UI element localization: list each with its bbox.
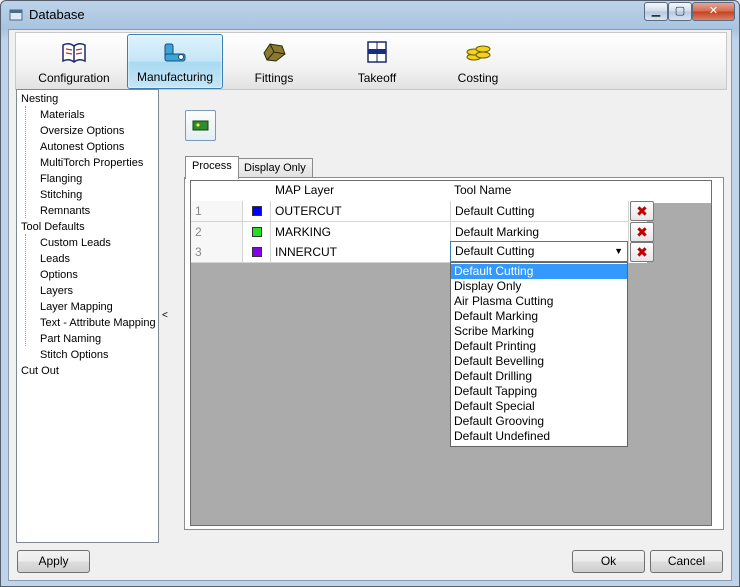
tool-name-dropdown-list: Default Cutting Display Only Air Plasma … — [450, 262, 628, 447]
dropdown-option[interactable]: Default Printing — [451, 339, 627, 354]
maximize-button[interactable]: ▢ — [668, 2, 692, 21]
tree-item-layer-mapping[interactable]: Layer Mapping — [40, 299, 113, 315]
tree-item-oversize-options[interactable]: Oversize Options — [40, 123, 124, 139]
delete-x-icon: ✖ — [636, 203, 648, 219]
tree-item-flanging[interactable]: Flanging — [40, 171, 82, 187]
table-row[interactable]: 1 OUTERCUT Default Cutting — [191, 201, 647, 222]
dropdown-option[interactable]: Default Cutting — [451, 264, 627, 279]
toolbar-manufacturing[interactable]: Manufacturing — [127, 34, 223, 89]
apply-button[interactable]: Apply — [17, 550, 90, 573]
layer-name-cell[interactable]: INNERCUT — [271, 242, 451, 263]
tree-item-autonest-options[interactable]: Autonest Options — [40, 139, 124, 155]
toolbar-label: Fittings — [254, 71, 294, 85]
collapse-arrow-icon[interactable]: < — [162, 310, 168, 321]
dropdown-option[interactable]: Default Special — [451, 399, 627, 414]
close-button[interactable]: ✕ — [692, 2, 735, 21]
header-tool-name: Tool Name — [454, 183, 512, 197]
tree-connector — [25, 106, 26, 218]
minimize-button[interactable]: ▁ — [644, 2, 668, 21]
combo-selected-value: Default Cutting — [455, 244, 535, 258]
delete-row-button[interactable]: ✖ — [630, 201, 654, 221]
dropdown-option[interactable]: Default Marking — [451, 309, 627, 324]
tree-item-text-attribute-mapping[interactable]: Text - Attribute Mapping — [40, 315, 156, 331]
add-layer-icon — [192, 120, 209, 131]
dropdown-option[interactable]: Display Only — [451, 279, 627, 294]
cancel-button[interactable]: Cancel — [650, 550, 723, 573]
toolbar-takeoff[interactable]: Takeoff — [333, 34, 421, 89]
tree-item-multitorch-properties[interactable]: MultiTorch Properties — [40, 155, 143, 171]
tree-connector — [25, 234, 26, 346]
dropdown-option[interactable]: Scribe Marking — [451, 324, 627, 339]
book-icon — [62, 42, 86, 63]
table-row[interactable]: 2 MARKING Default Marking — [191, 222, 647, 243]
grid-header-row — [191, 181, 711, 203]
takeoff-icon — [367, 41, 387, 63]
toolbar-costing[interactable]: Costing — [434, 34, 522, 89]
row-number: 3 — [191, 242, 243, 263]
tree-item-remnants[interactable]: Remnants — [40, 203, 90, 219]
toolbar-label: Manufacturing — [136, 70, 214, 84]
settings-tree[interactable]: Nesting Materials Oversize Options Auton… — [16, 89, 159, 543]
toolbar-label: Takeoff — [357, 71, 397, 85]
client-area: Configuration Manufacturing Fittings Tak… — [8, 29, 732, 581]
color-cell[interactable] — [243, 242, 271, 263]
tool-name-combobox[interactable]: Default Cutting ▼ — [450, 241, 628, 262]
tree-item-leads[interactable]: Leads — [40, 251, 70, 267]
tree-item-part-naming[interactable]: Part Naming — [40, 331, 101, 347]
ok-button[interactable]: Ok — [572, 550, 645, 573]
row-number: 2 — [191, 222, 243, 243]
tree-item-options[interactable]: Options — [40, 267, 78, 283]
tree-item-nesting[interactable]: Nesting — [21, 91, 58, 107]
tree-item-materials[interactable]: Materials — [40, 107, 85, 123]
layer-name-cell[interactable]: OUTERCUT — [271, 201, 451, 222]
dropdown-option[interactable]: Default Undefined — [451, 429, 627, 444]
chevron-down-icon[interactable]: ▼ — [614, 246, 623, 256]
database-window: Database ▁ ▢ ✕ Configuration Manufacturi… — [0, 0, 740, 587]
tool-name-cell[interactable]: Default Marking — [451, 222, 629, 243]
color-cell[interactable] — [243, 222, 271, 243]
toolbar-configuration[interactable]: Configuration — [22, 34, 126, 89]
color-cell[interactable] — [243, 201, 271, 222]
tree-item-tool-defaults[interactable]: Tool Defaults — [21, 219, 85, 235]
tree-item-layers[interactable]: Layers — [40, 283, 74, 299]
dropdown-option[interactable]: Default Drilling — [451, 369, 627, 384]
dropdown-option[interactable]: Air Plasma Cutting — [451, 294, 627, 309]
toolbar-label: Costing — [457, 71, 499, 85]
toolbar-fittings[interactable]: Fittings — [230, 34, 318, 89]
tree-item-custom-leads[interactable]: Custom Leads — [40, 235, 111, 251]
color-swatch — [252, 206, 262, 216]
tab-process[interactable]: Process — [185, 156, 239, 179]
dropdown-option[interactable]: Default Bevelling — [451, 354, 627, 369]
tool-name-cell[interactable]: Default Cutting — [451, 201, 629, 222]
database-app-icon — [9, 9, 23, 21]
row-number: 1 — [191, 201, 243, 222]
delete-x-icon: ✖ — [636, 224, 648, 240]
layer-name-cell[interactable]: MARKING — [271, 222, 451, 243]
tree-item-stitching[interactable]: Stitching — [40, 187, 82, 203]
coins-icon — [466, 45, 491, 61]
title-bar[interactable]: Database ▁ ▢ ✕ — [1, 1, 739, 29]
delete-row-button[interactable]: ✖ — [630, 222, 654, 242]
color-swatch — [252, 247, 262, 257]
category-toolbar: Configuration Manufacturing Fittings Tak… — [15, 32, 727, 90]
tree-item-cut-out[interactable]: Cut Out — [21, 363, 59, 379]
fittings-icon — [263, 43, 286, 62]
toolbar-label: Configuration — [38, 71, 110, 85]
delete-row-button[interactable]: ✖ — [630, 242, 654, 262]
dropdown-option[interactable]: Default Tapping — [451, 384, 627, 399]
color-swatch — [252, 227, 262, 237]
tree-item-stitch-options[interactable]: Stitch Options — [40, 347, 108, 363]
window-title: Database — [29, 7, 85, 22]
delete-x-icon: ✖ — [636, 244, 648, 260]
tab-display-only[interactable]: Display Only — [237, 158, 313, 178]
dropdown-option[interactable]: Default Grooving — [451, 414, 627, 429]
manufacturing-icon — [164, 43, 186, 62]
add-layer-button[interactable] — [185, 110, 216, 141]
header-map-layer: MAP Layer — [275, 183, 335, 197]
